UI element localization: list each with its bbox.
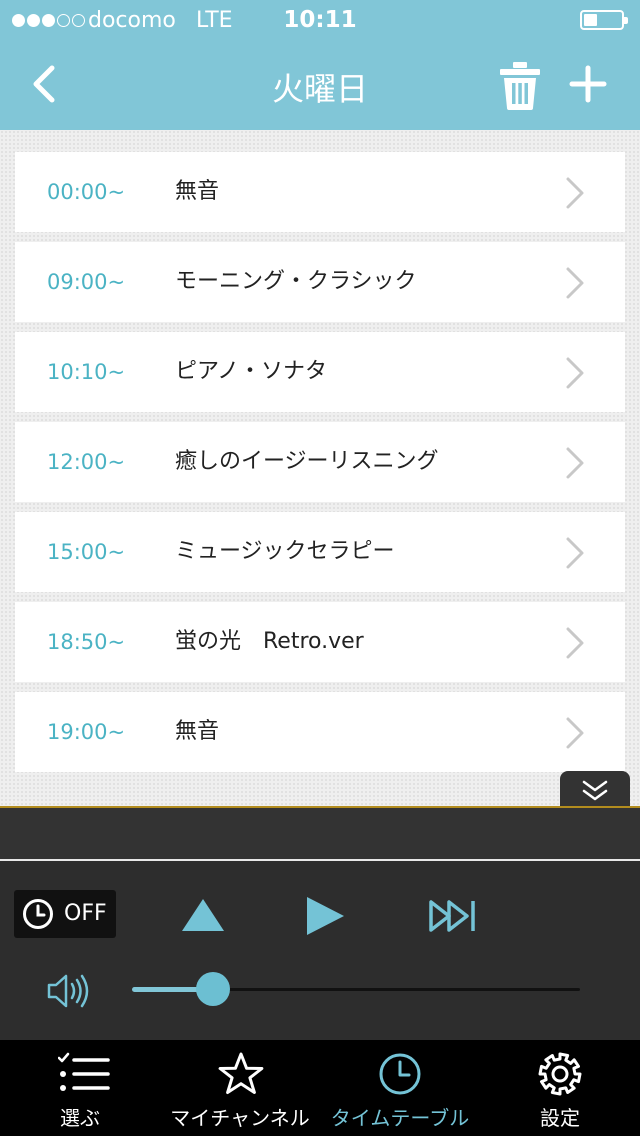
clock-icon bbox=[379, 1053, 421, 1095]
schedule-list[interactable]: 00:00~ 無音 09:00~ モーニング・クラシック 10:10~ ピアノ・… bbox=[0, 130, 640, 808]
tab-label: マイチャンネル bbox=[170, 1106, 310, 1130]
skip-forward-icon bbox=[429, 900, 475, 932]
previous-button[interactable] bbox=[180, 897, 226, 937]
chevron-right-icon bbox=[566, 177, 584, 209]
chevron-right-icon bbox=[566, 717, 584, 749]
trash-icon bbox=[500, 62, 540, 110]
tab-select[interactable]: 選ぶ bbox=[0, 1040, 160, 1136]
page-title: 火曜日 bbox=[271, 70, 368, 108]
double-chevron-down-icon bbox=[582, 780, 608, 801]
now-playing-strip bbox=[0, 806, 640, 860]
schedule-row[interactable]: 00:00~ 無音 bbox=[15, 152, 625, 232]
play-icon bbox=[307, 897, 344, 935]
volume-slider-handle[interactable] bbox=[195, 972, 230, 1006]
battery-icon bbox=[580, 10, 628, 30]
schedule-time: 12:00~ bbox=[47, 450, 126, 474]
delete-button[interactable] bbox=[496, 60, 544, 112]
star-icon bbox=[218, 1052, 264, 1094]
schedule-title: 無音 bbox=[175, 719, 220, 744]
sleep-timer-button[interactable]: OFF bbox=[14, 890, 116, 938]
tab-bar: 選ぶ マイチャンネル タイムテーブル 設定 bbox=[0, 1040, 640, 1136]
schedule-row[interactable]: 10:10~ ピアノ・ソナタ bbox=[15, 332, 625, 412]
play-button[interactable] bbox=[304, 895, 346, 941]
skip-next-button[interactable] bbox=[428, 899, 478, 937]
schedule-row[interactable]: 12:00~ 癒しのイージーリスニング bbox=[15, 422, 625, 502]
tab-label: 設定 bbox=[540, 1106, 580, 1130]
triangle-up-icon bbox=[182, 899, 224, 931]
schedule-title: ミュージックセラピー bbox=[175, 539, 395, 564]
tab-timetable[interactable]: タイムテーブル bbox=[320, 1040, 480, 1136]
schedule-row[interactable]: 15:00~ ミュージックセラピー bbox=[15, 512, 625, 592]
chevron-right-icon bbox=[566, 537, 584, 569]
plus-icon bbox=[569, 65, 607, 103]
status-bar: docomo LTE 10:11 bbox=[0, 0, 640, 40]
schedule-title: ピアノ・ソナタ bbox=[175, 359, 328, 384]
add-button[interactable] bbox=[564, 60, 612, 108]
gear-icon bbox=[538, 1052, 582, 1096]
tab-my-channel[interactable]: マイチャンネル bbox=[160, 1040, 320, 1136]
nav-bar: 火曜日 bbox=[0, 40, 640, 130]
schedule-title: 蛍の光 Retro.ver bbox=[175, 629, 364, 654]
schedule-time: 00:00~ bbox=[47, 180, 126, 204]
header: docomo LTE 10:11 火曜日 bbox=[0, 0, 640, 130]
schedule-time: 10:10~ bbox=[47, 360, 126, 384]
list-check-icon bbox=[58, 1052, 110, 1091]
tab-label: 選ぶ bbox=[60, 1106, 100, 1130]
timer-clock-icon bbox=[23, 899, 53, 929]
sleep-timer-label: OFF bbox=[64, 901, 107, 926]
tab-label: タイムテーブル bbox=[330, 1106, 470, 1130]
player-controls: OFF bbox=[0, 861, 640, 1040]
schedule-row[interactable]: 18:50~ 蛍の光 Retro.ver bbox=[15, 602, 625, 682]
schedule-title: モーニング・クラシック bbox=[175, 269, 417, 294]
schedule-title: 無音 bbox=[175, 179, 220, 204]
chevron-right-icon bbox=[566, 267, 584, 299]
schedule-title: 癒しのイージーリスニング bbox=[175, 449, 439, 474]
chevron-right-icon bbox=[566, 447, 584, 479]
schedule-time: 09:00~ bbox=[47, 270, 126, 294]
schedule-row[interactable]: 19:00~ 無音 bbox=[15, 692, 625, 772]
schedule-row[interactable]: 09:00~ モーニング・クラシック bbox=[15, 242, 625, 322]
chevron-right-icon bbox=[566, 357, 584, 389]
chevron-right-icon bbox=[566, 627, 584, 659]
volume-slider[interactable] bbox=[132, 972, 580, 1006]
status-time: 10:11 bbox=[283, 7, 357, 33]
schedule-time: 15:00~ bbox=[47, 540, 126, 564]
collapse-player-button[interactable] bbox=[560, 771, 630, 809]
schedule-time: 19:00~ bbox=[47, 720, 126, 744]
schedule-time: 18:50~ bbox=[47, 630, 126, 654]
volume-icon bbox=[47, 974, 89, 1008]
tab-settings[interactable]: 設定 bbox=[480, 1040, 640, 1136]
